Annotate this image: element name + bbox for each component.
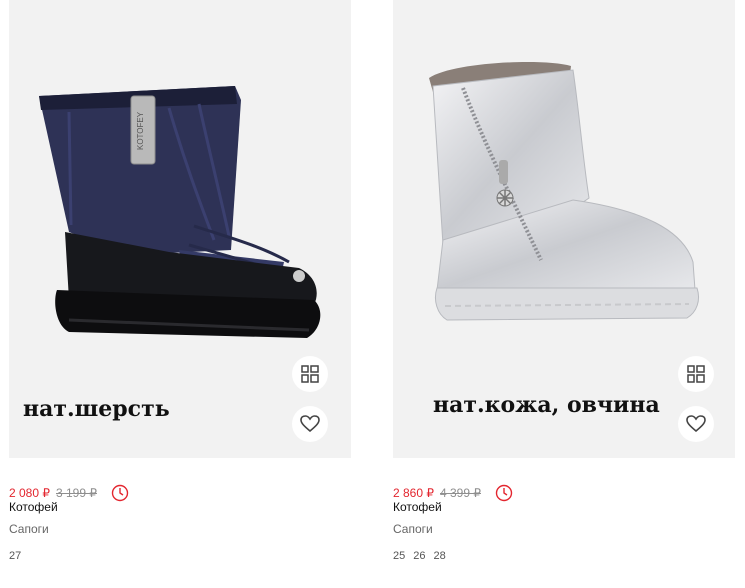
product-photo[interactable]: нат.кожа, овчина	[393, 0, 735, 458]
category-label: Сапоги	[9, 522, 49, 536]
current-price: 2 080 ₽	[9, 486, 50, 500]
clock-icon	[111, 484, 129, 502]
old-price: 4 399 ₽	[440, 486, 481, 500]
compare-icon	[301, 365, 319, 383]
favorite-button[interactable]	[678, 406, 714, 442]
product-card[interactable]: нат.кожа, овчина 2 860 ₽ 4 399 ₽ Котофей…	[393, 0, 735, 562]
compare-icon	[687, 365, 705, 383]
compare-button[interactable]	[678, 356, 714, 392]
current-price: 2 860 ₽	[393, 486, 434, 500]
heart-icon	[686, 415, 706, 433]
product-photo[interactable]: KOTOFEY нат.шерсть	[9, 0, 351, 458]
size-option[interactable]: 28	[434, 550, 446, 562]
boot-brand-label: KOTOFEY	[136, 111, 145, 150]
size-option[interactable]: 26	[413, 550, 425, 562]
silver-leather-boot-image	[429, 62, 700, 321]
heart-icon	[300, 415, 320, 433]
sizes-list: 27	[9, 550, 21, 562]
old-price: 3 199 ₽	[56, 486, 97, 500]
product-card[interactable]: KOTOFEY нат.шерсть 2 080 ₽ 3 199 ₽ Котоф…	[9, 0, 351, 562]
brand-link[interactable]: Котофей	[9, 500, 58, 514]
sizes-list: 25 26 28	[393, 550, 446, 562]
size-option[interactable]: 25	[393, 550, 405, 562]
compare-button[interactable]	[292, 356, 328, 392]
brand-link[interactable]: Котофей	[393, 500, 442, 514]
clock-icon	[495, 484, 513, 502]
material-overlay: нат.кожа, овчина	[433, 392, 660, 418]
material-overlay: нат.шерсть	[23, 396, 170, 422]
size-option[interactable]: 27	[9, 550, 21, 562]
favorite-button[interactable]	[292, 406, 328, 442]
category-label: Сапоги	[393, 522, 433, 536]
